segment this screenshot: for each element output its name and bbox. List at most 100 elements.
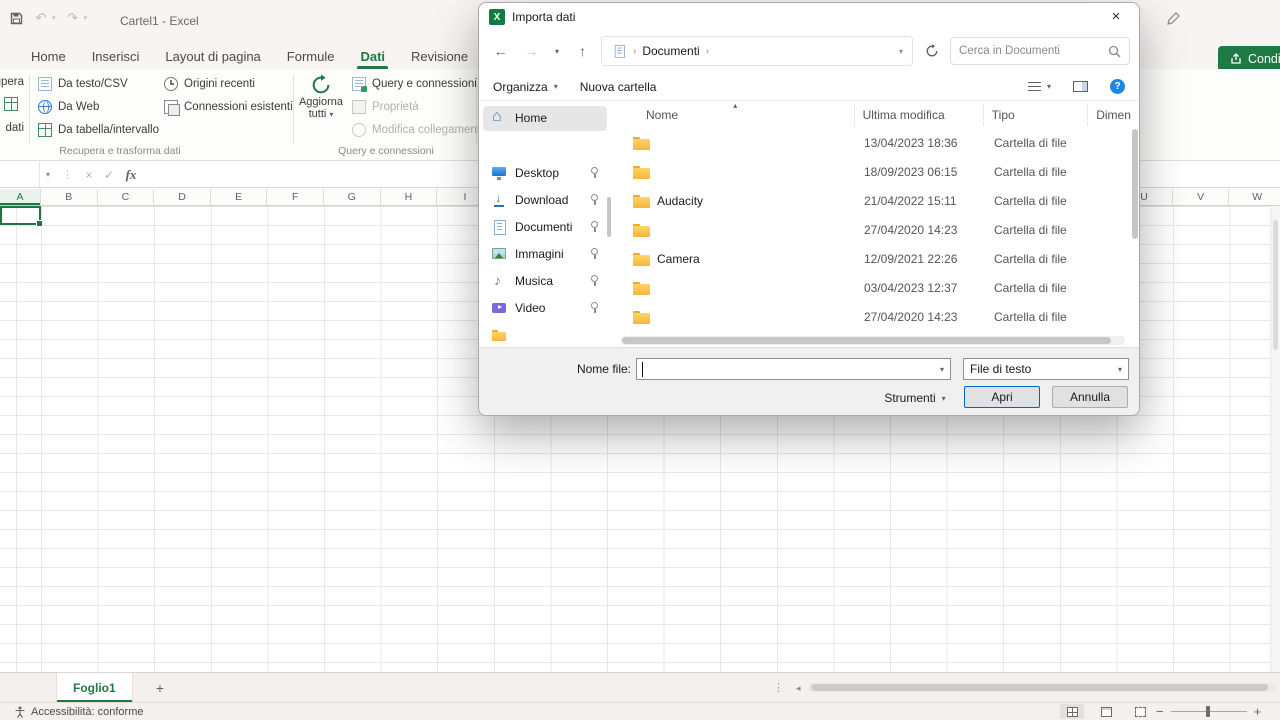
text-caret [642,362,643,377]
column-header[interactable]: F [267,189,324,206]
breadcrumb-documents[interactable]: Documenti [642,44,699,58]
save-icon[interactable] [8,10,24,26]
open-button[interactable]: Apri [964,386,1040,408]
file-row[interactable]: 18/09/2023 06:15 Cartella di file [621,157,1131,186]
cancel-entry-icon[interactable]: × [79,168,99,182]
column-header[interactable]: C [98,189,155,206]
file-row[interactable]: 13/04/2023 18:36 Cartella di file [621,128,1131,157]
refresh-button[interactable] [919,38,944,64]
ribbon-button[interactable]: Proprietà [352,98,483,116]
breadcrumb-chevron-icon[interactable]: › [706,46,709,57]
clipped-ribbon-button[interactable]: dati [0,122,24,134]
ribbon-button[interactable]: Origini recenti [164,75,293,93]
file-list-vertical-scrollbar[interactable] [1132,102,1138,347]
filename-combobox[interactable]: ▾ [636,358,951,380]
normal-view-button[interactable] [1060,704,1084,719]
redo-icon[interactable]: ↷ [65,10,81,26]
column-header[interactable]: H [381,189,438,206]
help-button[interactable]: ? [1110,79,1125,94]
zoom-out-icon[interactable]: − [1156,704,1164,719]
new-folder-button[interactable]: Nuova cartella [580,80,657,94]
column-header[interactable]: E [211,189,268,206]
ribbon-button[interactable]: Da Web [38,98,159,116]
file-row[interactable]: 03/04/2023 12:37 Cartella di file [621,273,1131,302]
file-row[interactable]: 27/04/2020 14:23 Cartella di file [621,215,1131,244]
ribbon-tab[interactable]: Dati [347,44,398,69]
clipped-ribbon-button[interactable]: Recupera [0,76,24,88]
ribbon-button[interactable]: Da tabella/intervallo [38,121,159,139]
ribbon-tab[interactable]: Inserisci [79,44,153,69]
forward-button[interactable]: → [519,38,544,64]
sidebar-item[interactable]: Home [483,106,607,131]
address-bar[interactable]: › Documenti › ▾ [601,36,913,66]
sidebar-item[interactable] [483,322,607,347]
ribbon-tab[interactable]: Home [18,44,79,69]
column-header-modified[interactable]: Ultima modifica [855,104,984,126]
search-box[interactable] [950,37,1130,65]
zoom-slider[interactable] [1171,711,1247,712]
sheet-tab[interactable]: Foglio1 [56,673,133,702]
column-header-type[interactable]: Tipo [984,104,1088,126]
preview-pane-button[interactable] [1073,81,1088,92]
ribbon-tab[interactable]: Formule [274,44,348,69]
ribbon-tab[interactable]: Layout di pagina [152,44,273,69]
column-header-name[interactable]: ▴Nome [621,104,855,126]
sidebar-item[interactable]: Download [483,188,607,213]
sidebar-item[interactable]: Documenti [483,215,607,240]
file-row[interactable]: Camera 12/09/2021 22:26 Cartella di file [621,244,1131,273]
zoom-in-icon[interactable]: + [1254,704,1262,719]
sidebar-scrollbar[interactable] [607,197,611,237]
ribbon-button[interactable]: Da testo/CSV [38,75,159,93]
filename-input[interactable] [637,359,934,379]
worksheet-vertical-scrollbar[interactable] [1270,206,1280,672]
name-box-chevron-icon[interactable]: ▾ [40,170,56,179]
search-input[interactable] [959,45,1108,57]
formula-bar-handle[interactable]: ⋮ [56,168,79,181]
column-header[interactable]: V [1173,189,1230,206]
column-header[interactable]: D [154,189,211,206]
ribbon-button[interactable]: Connessioni esistenti [164,98,293,116]
file-row[interactable]: Audacity 21/04/2022 15:11 Cartella di fi… [621,186,1131,215]
selected-cell-a1[interactable] [0,206,41,225]
redo-menu-chevron-icon[interactable]: ▾ [84,14,88,22]
page-layout-view-button[interactable] [1094,704,1118,719]
column-header-size[interactable]: Dimen [1088,104,1131,126]
sidebar-item[interactable]: Desktop [483,161,607,186]
organize-button[interactable]: Organizza▾ [493,80,558,94]
confirm-entry-icon[interactable]: ✓ [99,168,119,182]
name-box[interactable] [0,162,40,187]
accessibility-status[interactable]: Accessibilità: conforme [31,706,144,718]
ribbon-tab[interactable]: Revisione [398,44,481,69]
address-dropdown-chevron-icon[interactable]: ▾ [899,47,903,56]
chevron-down-icon[interactable]: ▾ [934,365,950,374]
refresh-all-button[interactable]: Aggiorna tutti ▾ [298,74,344,120]
scroll-left-icon[interactable]: ◂ [796,683,801,694]
back-button[interactable]: ← [488,38,513,64]
sidebar-item[interactable]: Immagini [483,242,607,267]
ribbon-button[interactable]: Modifica collegamenti [352,121,483,139]
column-header[interactable]: G [324,189,381,206]
view-mode-button[interactable]: ▾ [1028,82,1051,91]
recent-locations-chevron-icon[interactable]: ▾ [550,38,564,64]
undo-icon[interactable]: ↶ [33,10,49,26]
up-button[interactable]: ↑ [570,38,595,64]
close-icon[interactable]: × [1097,3,1135,29]
column-header[interactable]: B [41,189,98,206]
tools-button[interactable]: Strumenti▾ [877,388,953,408]
column-header[interactable]: W [1229,189,1280,206]
tab-bar-resize-handle[interactable]: ⋮ [773,681,785,694]
sidebar-item[interactable]: Video [483,295,607,320]
undo-menu-chevron-icon[interactable]: ▾ [52,14,56,22]
file-row[interactable]: 27/04/2020 14:23 Cartella di file [621,302,1131,331]
worksheet-horizontal-scrollbar[interactable] [808,683,1278,692]
cancel-button[interactable]: Annulla [1052,386,1128,408]
file-list-horizontal-scrollbar[interactable] [621,336,1125,345]
sidebar-item[interactable]: Musica [483,268,607,293]
draw-icon[interactable] [1166,12,1180,26]
file-type-select[interactable]: File di testo ▾ [963,358,1129,380]
add-sheet-button[interactable]: + [152,680,168,696]
column-header[interactable]: A [0,189,41,206]
insert-function-icon[interactable]: fx [119,167,143,183]
ribbon-button[interactable]: Query e connessioni [352,75,483,93]
page-break-view-button[interactable] [1128,704,1152,719]
